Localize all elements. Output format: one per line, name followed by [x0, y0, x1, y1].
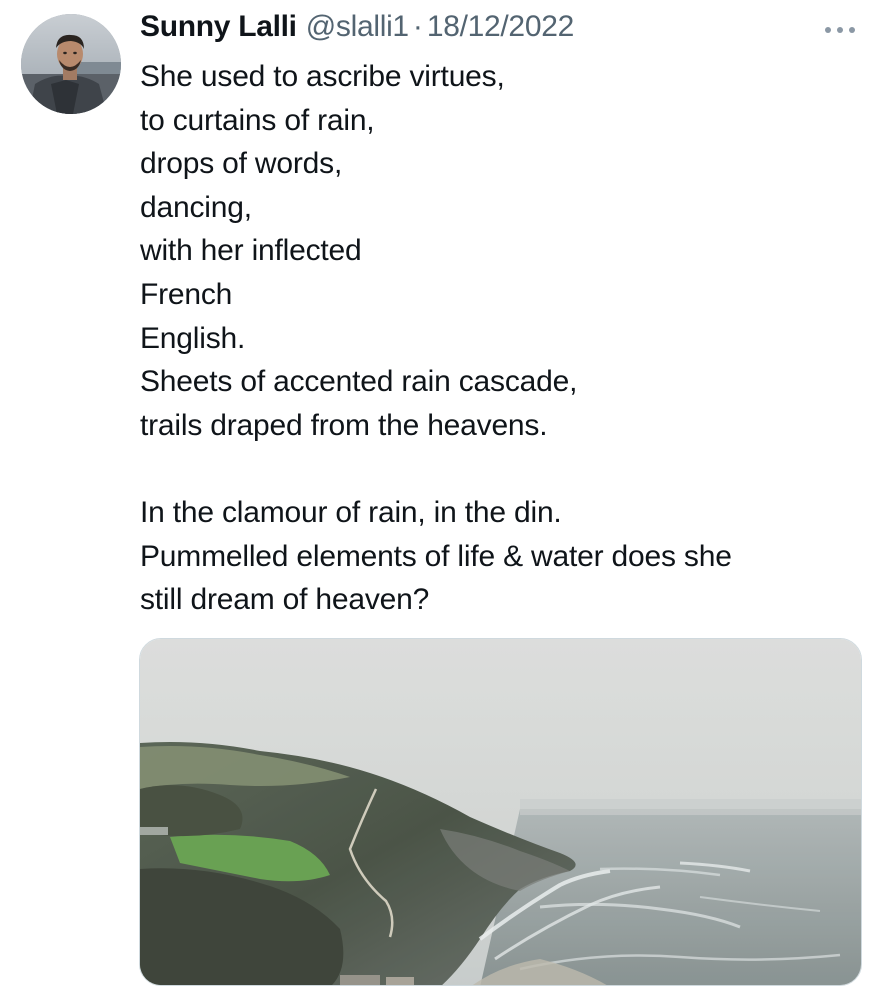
tweet-date[interactable]: 18/12/2022 [427, 10, 574, 44]
text-line: with her inflected [140, 234, 362, 268]
more-horizontal-icon [825, 27, 855, 33]
tweet-header: Sunny Lalli @slalli1 · 18/12/2022 [140, 10, 574, 50]
text-line: French [140, 277, 233, 311]
text-line: to curtains of rain, [140, 103, 375, 137]
text-line: Pummelled elements of life & water does … [140, 539, 732, 573]
more-options-button[interactable] [818, 18, 862, 42]
author-display-name[interactable]: Sunny Lalli [140, 10, 297, 44]
coastal-landscape-image [140, 639, 861, 985]
text-line: drops of words, [140, 147, 343, 181]
tweet[interactable]: Sunny Lalli @slalli1 · 18/12/2022 She us… [0, 0, 882, 1000]
text-line: English. [140, 321, 246, 355]
text-line: Sheets of accented rain cascade, [140, 365, 578, 399]
tweet-media-photo[interactable] [139, 638, 862, 986]
tweet-text: She used to ascribe virtues, to curtains… [140, 55, 860, 622]
avatar[interactable] [21, 14, 121, 114]
text-line: trails draped from the heavens. [140, 408, 548, 442]
text-line: dancing, [140, 190, 252, 224]
stanza-break [140, 447, 860, 491]
separator-dot: · [412, 10, 423, 43]
text-line: In the clamour of rain, in the din. [140, 495, 562, 529]
avatar-photo-icon [21, 14, 121, 114]
author-handle[interactable]: @slalli1 [306, 10, 409, 44]
text-line: still dream of heaven? [140, 583, 430, 617]
text-line: She used to ascribe virtues, [140, 60, 505, 93]
